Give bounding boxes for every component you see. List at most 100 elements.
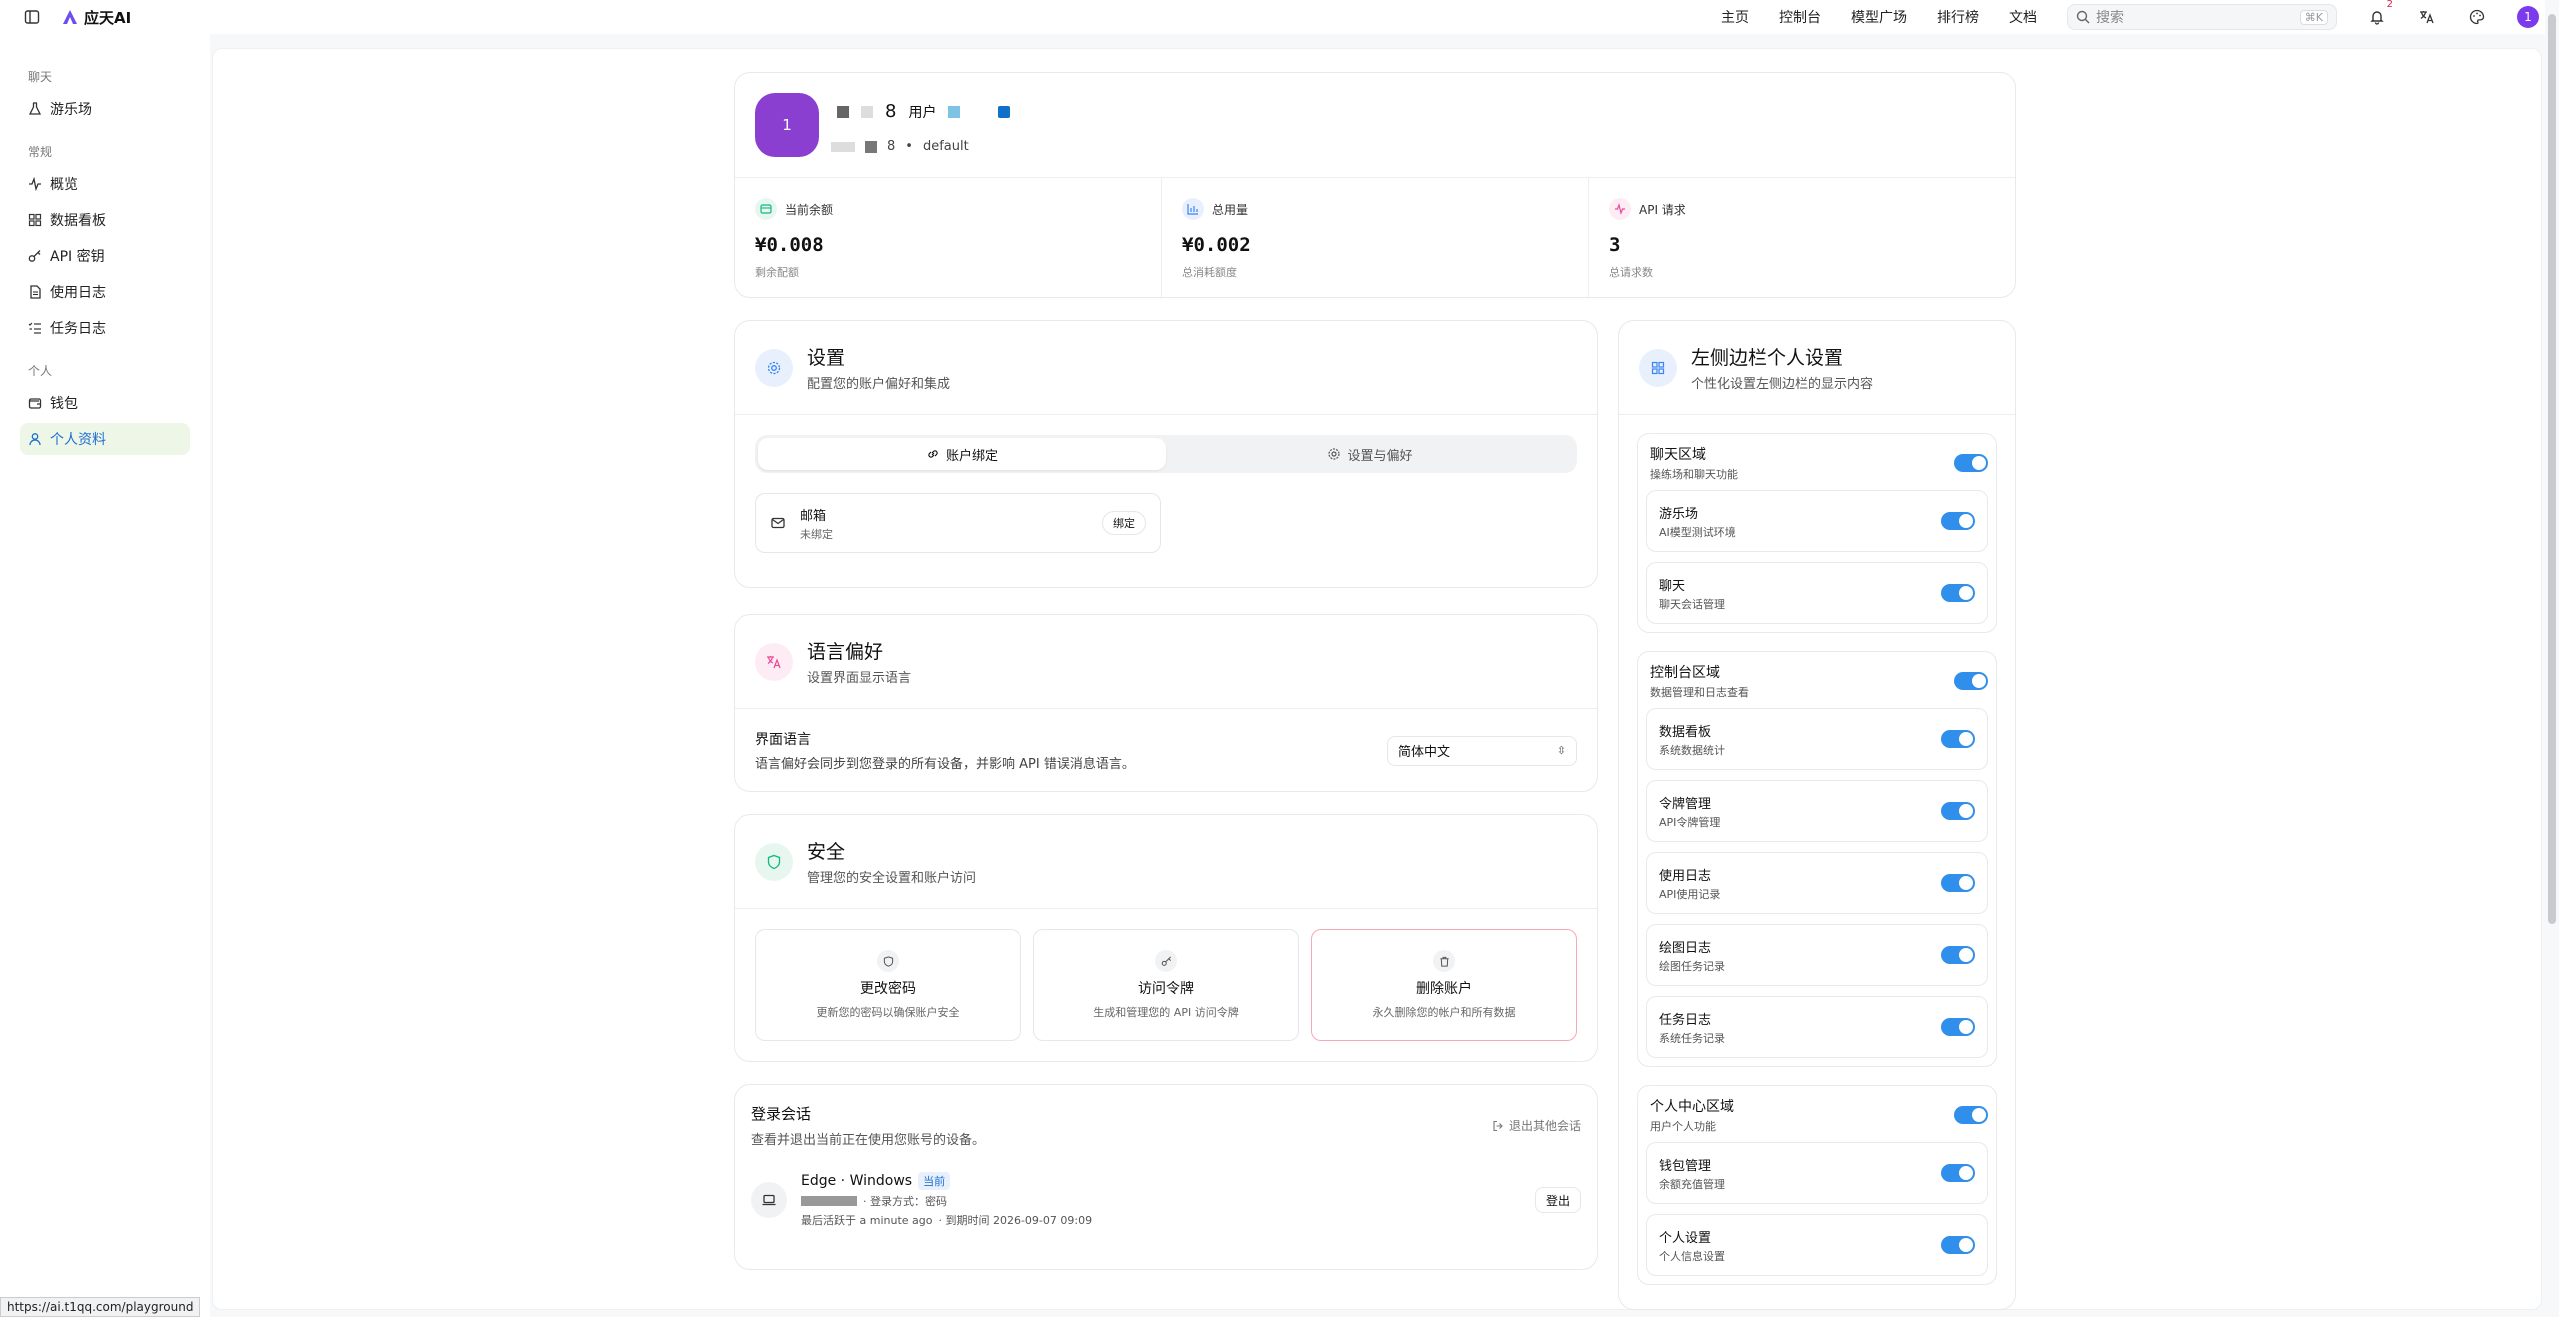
language-card: 语言偏好 设置界面显示语言 界面语言 语言偏好会同步到您登录的所有设备，并影响 … (734, 614, 1598, 792)
console-area-toggle[interactable] (1954, 672, 1988, 690)
nav-home[interactable]: 主页 (1721, 7, 1749, 27)
chat-area-toggle[interactable] (1954, 454, 1988, 472)
playground-toggle[interactable] (1941, 512, 1975, 530)
sidebar-item-label: 使用日志 (50, 285, 106, 301)
notification-button[interactable]: 2 (2367, 0, 2393, 27)
status-bar-url: https://ai.t1qq.com/playground (0, 1297, 201, 1317)
translate-icon (755, 642, 793, 681)
group-subtitle: 用户个人功能 (1650, 1120, 1716, 1133)
row-title: 个人设置 (1659, 1230, 1712, 1246)
language-select[interactable]: 简体中文 ⇳ (1387, 735, 1577, 766)
row-title: 游乐场 (1659, 506, 1699, 522)
search-shortcut: ⌘K (2299, 9, 2328, 25)
stats-row: 当前余额 ¥0.008 剩余配额 总用量 ¥0.002 总消耗额度 API 请求… (735, 177, 2015, 299)
search-input[interactable]: 搜索 ⌘K (2067, 4, 2337, 30)
sidebar-item-dashboard[interactable]: 数据看板 (20, 204, 190, 236)
row-subtitle: API令牌管理 (1659, 815, 1721, 829)
language-subtitle: 设置界面显示语言 (807, 671, 912, 686)
list-icon (28, 322, 41, 334)
wallet-icon (28, 398, 42, 409)
grid-icon (1639, 348, 1677, 387)
scrollbar-thumb[interactable] (2548, 14, 2556, 924)
drawing-logs-toggle[interactable] (1941, 946, 1975, 964)
console-area-group: 控制台区域 数据管理和日志查看 数据看板 系统数据统计 令牌管理 API令牌管理 使… (1637, 651, 1997, 1067)
toggle-row-task-logs: 任务日志 系统任务记录 (1646, 996, 1988, 1058)
language-button[interactable] (2417, 7, 2437, 27)
tab-preferences[interactable]: 设置与偏好 (1166, 438, 1574, 470)
profile-name-row: 8 用户 (837, 101, 1011, 122)
row-subtitle: 系统数据统计 (1659, 743, 1725, 757)
stat-caption: 总请求数 (1609, 266, 1653, 279)
group-title: 聊天区域 (1650, 447, 1706, 463)
sidebar-item-usage-logs[interactable]: 使用日志 (20, 276, 190, 308)
sidebar-item-label: 数据看板 (50, 213, 106, 229)
wallet-toggle[interactable] (1941, 1164, 1975, 1182)
sidebar-item-task-logs[interactable]: 任务日志 (20, 312, 190, 344)
email-title: 邮箱 (800, 508, 827, 524)
app-name: 应天AI (84, 8, 132, 27)
bind-email-button[interactable]: 绑定 (1102, 511, 1146, 535)
logout-others-button[interactable]: 退出其他会话 (1492, 1103, 1581, 1148)
profile-name: 8 (885, 101, 897, 122)
row-title: 任务日志 (1659, 1012, 1712, 1028)
security-subtitle: 管理您的安全设置和账户访问 (807, 871, 977, 886)
group-subtitle: 操练场和聊天功能 (1650, 468, 1738, 481)
tab-account-binding[interactable]: 账户绑定 (758, 438, 1166, 470)
sidebar-item-overview[interactable]: 概览 (20, 168, 190, 200)
nav-models[interactable]: 模型广场 (1851, 7, 1907, 27)
language-field-desc: 语言偏好会同步到您登录的所有设备，并影响 API 错误消息语言。 (755, 757, 1135, 772)
row-title: 绘图日志 (1659, 940, 1712, 956)
sidebar-item-label: 游乐场 (50, 102, 92, 118)
notification-count: 2 (2386, 0, 2393, 10)
change-password-button[interactable]: 更改密码 更新您的密码以确保账户安全 (755, 929, 1021, 1041)
group-title: 个人中心区域 (1650, 1099, 1734, 1115)
app-logo[interactable]: 应天AI (62, 7, 131, 28)
nav-docs[interactable]: 文档 (2009, 7, 2037, 27)
language-title: 语言偏好 (807, 641, 884, 663)
redacted-block (837, 105, 849, 118)
row-title: 令牌管理 (1659, 796, 1712, 812)
profile-id: 8 (887, 139, 896, 154)
search-icon (2076, 10, 2090, 24)
row-title: 使用日志 (1659, 868, 1712, 884)
usage-logs-toggle[interactable] (1941, 874, 1975, 892)
sidebar-toggle-icon[interactable] (22, 7, 42, 27)
balance-icon (755, 198, 777, 220)
sidebar-item-playground[interactable]: 游乐场 (20, 93, 190, 125)
sidebar-item-api-keys[interactable]: API 密钥 (20, 240, 190, 272)
chat-toggle[interactable] (1941, 584, 1975, 602)
delete-account-button[interactable]: 删除账户 永久删除您的帐户和所有数据 (1311, 929, 1577, 1041)
shield-icon (877, 950, 899, 972)
page-scrollbar[interactable] (2545, 0, 2559, 1317)
sidebar-item-wallet[interactable]: 钱包 (20, 387, 190, 419)
personal-area-group: 个人中心区域 用户个人功能 钱包管理 余额充值管理 个人设置 个人信息设置 (1637, 1085, 1997, 1285)
toggle-row-personal-settings: 个人设置 个人信息设置 (1646, 1214, 1988, 1276)
settings-gear-icon (755, 348, 793, 387)
language-row: 界面语言 语言偏好会同步到您登录的所有设备，并影响 API 错误消息语言。 简体… (735, 709, 1597, 792)
row-title: 钱包管理 (1659, 1158, 1712, 1174)
row-subtitle: 聊天会话管理 (1659, 597, 1725, 611)
sessions-subtitle: 查看并退出当前正在使用您账号的设备。 (751, 1133, 986, 1148)
nav-console[interactable]: 控制台 (1779, 7, 1821, 27)
task-logs-toggle[interactable] (1941, 1018, 1975, 1036)
personal-settings-toggle[interactable] (1941, 1236, 1975, 1254)
personal-area-toggle[interactable] (1954, 1106, 1988, 1124)
session-row: Edge · Windows 当前 · 登录方式：密码 最后活跃于 a minu… (735, 1148, 1597, 1228)
nav-ranking[interactable]: 排行榜 (1937, 7, 1979, 27)
redacted-block (948, 105, 961, 118)
option-desc: 更新您的密码以确保账户安全 (816, 1006, 960, 1019)
sidebar-item-label: 钱包 (50, 396, 78, 412)
tokens-toggle[interactable] (1941, 802, 1975, 820)
theme-button[interactable] (2467, 7, 2487, 27)
laptop-icon (751, 1182, 787, 1218)
dashboard-toggle[interactable] (1941, 730, 1975, 748)
access-token-button[interactable]: 访问令牌 生成和管理您的 API 访问令牌 (1033, 929, 1299, 1041)
sessions-title: 登录会话 (751, 1105, 812, 1123)
stat-label: API 请求 (1639, 202, 1686, 217)
logout-session-button[interactable]: 登出 (1534, 1187, 1581, 1213)
user-avatar[interactable]: 1 (2517, 6, 2539, 28)
sidebar-section-chat: 聊天 (28, 70, 53, 84)
toggle-row-wallet: 钱包管理 余额充值管理 (1646, 1142, 1988, 1204)
sidebar-item-profile[interactable]: 个人资料 (20, 423, 190, 455)
toggle-row-dashboard: 数据看板 系统数据统计 (1646, 708, 1988, 770)
